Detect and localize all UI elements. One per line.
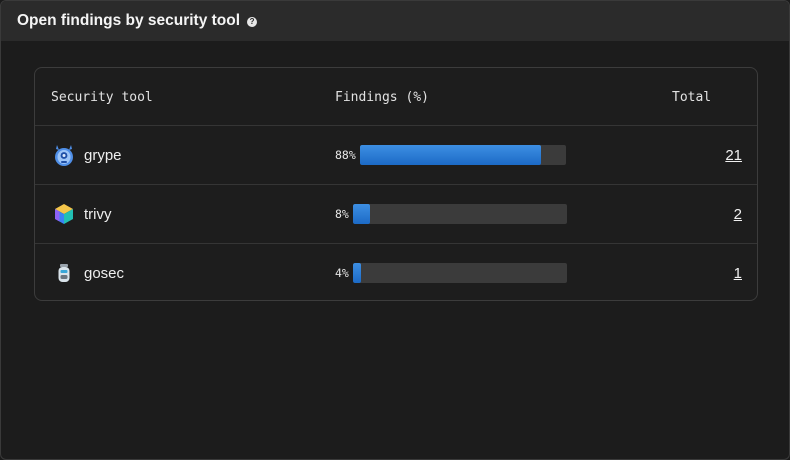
table-row: grype 88% 21 bbox=[35, 126, 757, 185]
widget-title: Open findings by security tool bbox=[17, 12, 241, 29]
findings-table: Security tool Findings (%) Total grype 8 bbox=[34, 67, 758, 301]
total-cell: 2 bbox=[734, 185, 742, 243]
findings-bar-track bbox=[352, 263, 567, 283]
tool-cell: gosec bbox=[52, 244, 124, 302]
findings-percent-label: 4% bbox=[335, 266, 349, 280]
column-header-total: Total bbox=[672, 90, 712, 105]
help-icon[interactable]: ? bbox=[247, 16, 258, 27]
findings-percent-label: 8% bbox=[335, 207, 349, 221]
tool-name: gosec bbox=[84, 264, 125, 282]
findings-bar-track bbox=[359, 145, 566, 165]
findings-bar-fill bbox=[352, 204, 370, 224]
total-cell: 1 bbox=[734, 244, 742, 302]
gosec-logo-icon bbox=[58, 264, 70, 282]
findings-bar-track bbox=[352, 204, 567, 224]
findings-percent-label: 88% bbox=[335, 148, 356, 162]
table-row: gosec 4% 1 bbox=[35, 244, 757, 302]
table-header-row: Security tool Findings (%) Total bbox=[35, 68, 757, 126]
widget-header: Open findings by security tool ? bbox=[1, 1, 789, 41]
table-row: trivy 8% 2 bbox=[35, 185, 757, 244]
total-cell: 21 bbox=[725, 126, 742, 184]
total-findings-link[interactable]: 21 bbox=[725, 147, 742, 164]
findings-cell: 4% bbox=[335, 244, 567, 302]
trivy-logo-icon bbox=[55, 204, 73, 224]
tool-cell: trivy bbox=[52, 185, 112, 243]
findings-widget: Open findings by security tool ? Securit… bbox=[0, 0, 790, 460]
tool-name: trivy bbox=[84, 205, 112, 223]
tool-cell: grype bbox=[52, 126, 122, 184]
findings-cell: 88% bbox=[335, 126, 566, 184]
findings-bar-fill bbox=[359, 145, 542, 165]
column-header-findings: Findings (%) bbox=[335, 90, 429, 105]
grype-logo-icon bbox=[55, 145, 73, 166]
tool-name: grype bbox=[84, 146, 122, 164]
total-findings-link[interactable]: 2 bbox=[734, 206, 742, 223]
findings-bar-fill bbox=[352, 263, 362, 283]
findings-cell: 8% bbox=[335, 185, 567, 243]
total-findings-link[interactable]: 1 bbox=[734, 265, 742, 282]
column-header-security-tool: Security tool bbox=[51, 90, 153, 105]
